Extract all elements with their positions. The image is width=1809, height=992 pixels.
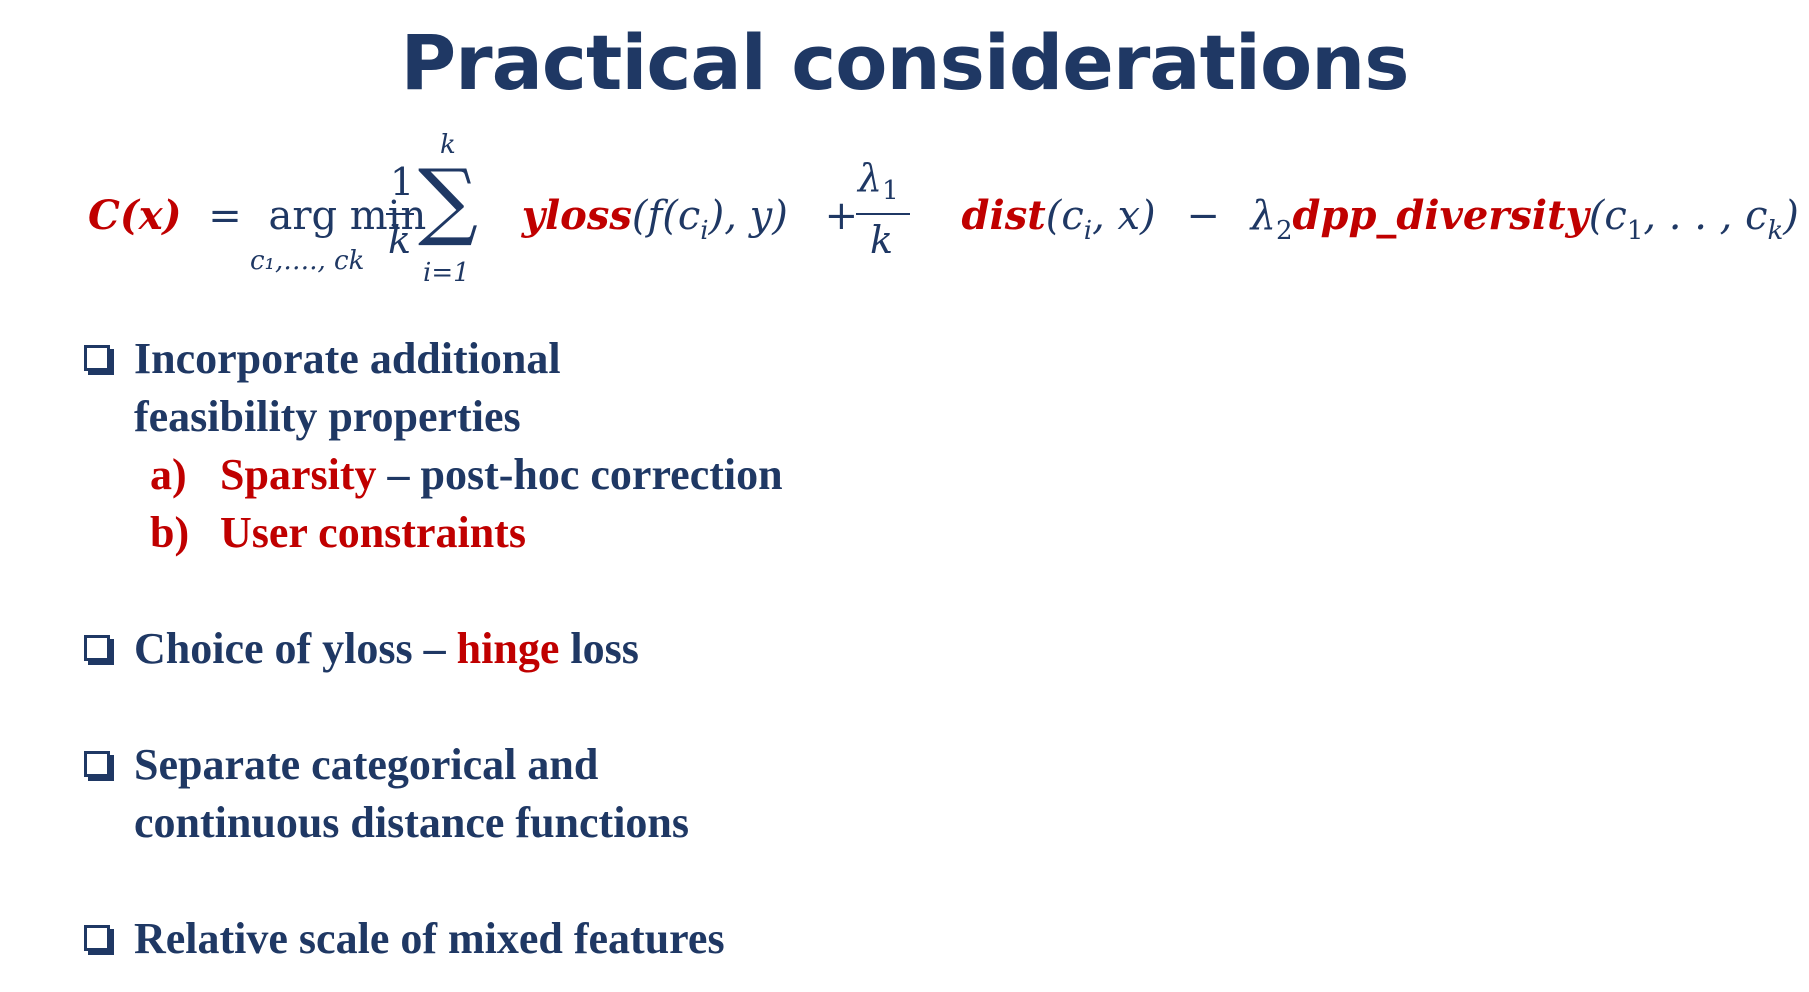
bullet-line: Relative scale of mixed features [134, 914, 725, 963]
eq-minus: − [1186, 193, 1220, 239]
eq-dpp-sub2: k [1767, 216, 1784, 246]
eq-dist-sub: i [1083, 216, 1093, 246]
objective-equation: C(x) = arg min yloss(f(ci), y) + dist(ci… [88, 130, 1799, 300]
eq-frac1-line [386, 213, 414, 215]
bullet-feasibility: Incorporate additional feasibility prope… [84, 330, 783, 446]
checkbox-bullet-icon [84, 635, 110, 661]
bullet-line: feasibility properties [134, 392, 521, 441]
bullet-suffix: loss [559, 624, 639, 673]
bullet-line: Incorporate additional [134, 334, 561, 383]
eq-lambda2: λ [1250, 193, 1276, 239]
eq-sum-symbol: ∑ [418, 151, 478, 249]
eq-frac2-num: λ1 [858, 156, 899, 206]
eq-yloss-args-end: ), y) [708, 193, 788, 239]
eq-yloss-sub: i [700, 216, 709, 246]
subitem-user-constraints: b) User constraints [84, 504, 783, 562]
eq-plus: + [824, 193, 859, 239]
subitem-rest: – post-hoc correction [376, 450, 783, 499]
subitem-highlight: User constraints [220, 508, 526, 557]
bullet-prefix: Choice of yloss – [134, 624, 457, 673]
eq-frac2-lambda: λ [858, 156, 883, 200]
eq-lambda2-sub: 2 [1275, 216, 1293, 246]
eq-lhs: C(x) [88, 192, 182, 239]
bullet-distance-functions: Separate categorical and continuous dist… [84, 736, 783, 852]
eq-dpp-sub1: 1 [1626, 216, 1644, 246]
checkbox-bullet-icon [84, 925, 110, 951]
eq-dpp: dpp_diversity [1292, 192, 1589, 239]
eq-dist-args: (c [1045, 193, 1084, 239]
subitem-sparsity: a) Sparsity – post-hoc correction [84, 446, 783, 504]
bullet-highlight: hinge [456, 624, 560, 673]
bullet-line: Separate categorical and [134, 740, 599, 789]
equation-main-line: C(x) = arg min yloss(f(ci), y) + dist(ci… [88, 192, 1799, 246]
eq-dpp-args-mid: , . . , c [1643, 193, 1768, 239]
bullet-list: Incorporate additional feasibility prope… [84, 330, 783, 968]
checkbox-bullet-icon [84, 345, 110, 371]
eq-argmin-subscript: c₁,…., ck [250, 246, 365, 276]
bullet-relative-scale: Relative scale of mixed features [84, 910, 783, 968]
subitem-letter: a) [150, 450, 187, 499]
slide-title: Practical considerations [400, 18, 1409, 107]
eq-dpp-args: (c [1588, 193, 1627, 239]
eq-dist-args-end: , x) [1092, 193, 1156, 239]
eq-frac2-line [856, 213, 910, 215]
checkbox-bullet-icon [84, 751, 110, 777]
subitem-letter: b) [150, 508, 190, 557]
subitem-highlight: Sparsity [220, 450, 377, 499]
bullet-line: continuous distance functions [134, 798, 690, 847]
eq-sum-bottom: i=1 [423, 258, 470, 288]
eq-frac2-num-sub: 1 [882, 176, 899, 206]
eq-frac1-den: k [388, 218, 412, 262]
eq-dpp-args-end: ) [1783, 193, 1799, 239]
eq-dist: dist [961, 192, 1046, 239]
bullet-yloss: Choice of yloss – hinge loss [84, 620, 783, 678]
eq-yloss: yloss [521, 192, 632, 239]
eq-equals: = [208, 193, 242, 239]
eq-yloss-args: (f(c [631, 193, 701, 239]
eq-frac2-den: k [870, 218, 894, 262]
eq-frac1-num: 1 [390, 160, 415, 204]
